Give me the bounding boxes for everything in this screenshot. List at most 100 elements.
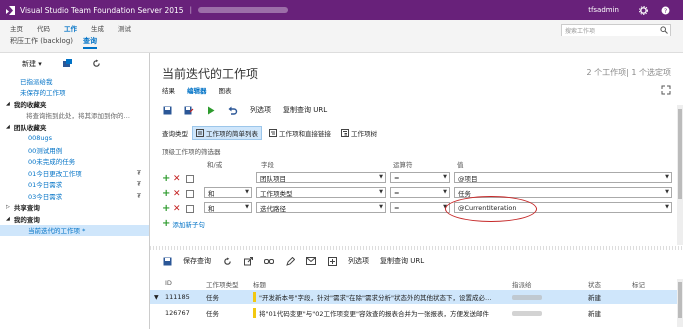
chevron-down-icon[interactable]: ▼ [379,189,383,195]
table-row[interactable]: 126767 任务 将"01代码变更"与"02工作项变更"容效查的报表合并为一张… [150,306,683,320]
column-options-button[interactable]: 列选项 [250,105,271,115]
refresh-icon[interactable] [92,58,101,70]
tab-backlog[interactable]: 积压工作 (backlog) [10,36,73,46]
folder-shared-queries[interactable]: ▷ 共享查询 [0,202,149,214]
operator-select[interactable]: = ▼ [390,202,450,213]
new-query-folder-icon[interactable] [62,58,72,70]
query-unsaved-work-items[interactable]: 未保存的工作项 [0,87,149,99]
chevron-down-icon[interactable]: ▼ [379,174,383,180]
query-current-iteration[interactable]: 当前迭代的工作项 * [0,224,149,236]
query-type-tree[interactable]: 工作项树 [338,127,380,139]
remove-clause-icon[interactable]: ✕ [173,174,183,184]
query-item[interactable]: 008ugs [0,133,149,145]
clause-checkbox[interactable] [186,189,194,198]
nav-home[interactable]: 主页 [10,23,23,33]
pin-icon[interactable]: ₮ [137,169,141,177]
save-icon[interactable] [162,105,172,115]
run-query-icon[interactable] [206,105,216,115]
tab-results[interactable]: 结果 [162,85,175,95]
nav-build[interactable]: 生成 [91,23,104,33]
query-item[interactable]: 00测试用例 [0,144,149,156]
results-scrollbar[interactable] [677,279,683,327]
collapse-triangle-icon[interactable]: ◢ [6,101,10,107]
remove-clause-icon[interactable]: ✕ [173,189,183,199]
collapse-triangle-icon[interactable]: ◢ [6,124,10,130]
column-options-button[interactable]: 列选项 [348,256,369,266]
tab-charts[interactable]: 图表 [219,85,232,95]
chevron-down-icon[interactable]: ▼ [665,204,669,210]
tab-queries[interactable]: 查询 [83,36,97,49]
chevron-down-icon[interactable]: ▼ [379,204,383,210]
new-dropdown-button[interactable]: 新建 ▾ [22,59,42,69]
andor-select[interactable]: 和 ▼ [204,187,252,198]
pin-icon[interactable]: ₮ [137,192,141,200]
add-clause-icon[interactable]: + [162,188,172,199]
query-item[interactable]: 03今日需求 ₮ [0,190,149,202]
copy-query-url-button[interactable]: 复制查询 URL [283,105,327,115]
col-header-title[interactable]: 标题 [253,279,266,289]
undo-icon[interactable] [228,105,238,115]
splitter[interactable] [150,246,683,250]
operator-select[interactable]: = ▼ [390,172,450,183]
link-icon[interactable] [264,256,274,266]
email-icon[interactable] [306,256,316,266]
query-type-flat-list[interactable]: 工作项的简单列表 [192,126,262,140]
save-icon[interactable] [162,256,172,266]
field-select[interactable]: 工作项类型 ▼ [256,187,386,198]
chevron-down-icon[interactable]: ▼ [665,174,669,180]
field-select[interactable]: 团队项目 ▼ [256,172,386,183]
chevron-down-icon[interactable]: ▼ [665,189,669,195]
table-row[interactable]: ▼ 111185 任务 "开发新本号"字段，针对"需求"在除"需求分析"状态外的… [150,290,683,304]
add-clause-icon[interactable]: + [162,203,172,214]
col-header-assigned[interactable]: 指派给 [512,279,532,289]
query-type-direct-links[interactable]: 工作项和直接链接 [266,127,334,139]
search-icon[interactable] [660,26,668,36]
open-icon[interactable] [243,256,253,266]
cell-title[interactable]: "开发新本号"字段，针对"需求"在除"需求分析"状态外的其他状态下，设置成必… [259,292,503,302]
project-name-redacted[interactable] [197,7,288,13]
query-assigned-to-me[interactable]: 已指派给我 [0,75,149,87]
add-new-clause-link[interactable]: + 添加新子句 [162,218,205,229]
expand-triangle-icon[interactable]: ▷ [6,204,10,210]
field-select[interactable]: 迭代路径 ▼ [256,202,386,213]
copy-query-url-button[interactable]: 复制查询 URL [380,256,424,266]
save-as-icon[interactable] [184,105,194,115]
chevron-down-icon[interactable]: ▼ [443,174,447,180]
folder-my-queries[interactable]: ◢ 我的查询 [0,213,149,225]
add-clause-icon[interactable]: + [162,173,172,184]
col-header-id[interactable]: ID [165,279,172,287]
operator-select[interactable]: = ▼ [390,187,450,198]
chevron-down-icon[interactable]: ▼ [443,189,447,195]
expand-collapse-icon[interactable] [327,256,337,266]
andor-select[interactable]: 和 ▼ [204,202,252,213]
vs-logo-icon[interactable] [4,4,16,16]
save-query-button[interactable]: 保存查询 [183,256,211,266]
scrollbar-thumb[interactable] [678,109,682,199]
tab-editor[interactable]: 编辑器 [187,85,207,95]
chevron-down-icon[interactable]: ▼ [245,189,249,195]
clause-checkbox[interactable] [186,174,194,183]
edit-icon[interactable] [285,256,295,266]
cell-title[interactable]: 将"01代码变更"与"02工作项变更"容效查的报表合并为一张报表，方便发送邮件 [259,308,503,318]
help-icon[interactable]: ? [659,4,671,16]
user-name[interactable]: tfsadmin [588,6,619,14]
clause-checkbox[interactable] [186,204,194,213]
scrollbar-thumb[interactable] [678,282,682,318]
collapse-triangle-icon[interactable]: ◢ [6,216,10,222]
value-input[interactable]: @项目 ▼ [454,172,672,183]
nav-code[interactable]: 代码 [37,23,50,33]
col-header-state[interactable]: 状态 [588,279,601,289]
query-item[interactable]: 01今日需求 ₮ [0,179,149,191]
col-header-type[interactable]: 工作项类型 [206,279,239,289]
editor-scrollbar[interactable] [677,105,683,245]
query-item[interactable]: 00未完成的任务 [0,156,149,168]
col-header-tags[interactable]: 标记 [632,279,645,289]
query-item[interactable]: 01今日更改工作项 ₮ [0,167,149,179]
nav-work[interactable]: 工作 [64,23,77,33]
folder-team-favorites[interactable]: ◢ 团队收藏夹 [0,121,149,133]
fullscreen-icon[interactable] [661,85,671,95]
folder-my-favorites[interactable]: ◢ 我的收藏夹 [0,98,149,110]
gear-icon[interactable] [637,4,649,16]
chevron-down-icon[interactable]: ▼ [245,204,249,210]
refresh-icon[interactable] [222,256,232,266]
